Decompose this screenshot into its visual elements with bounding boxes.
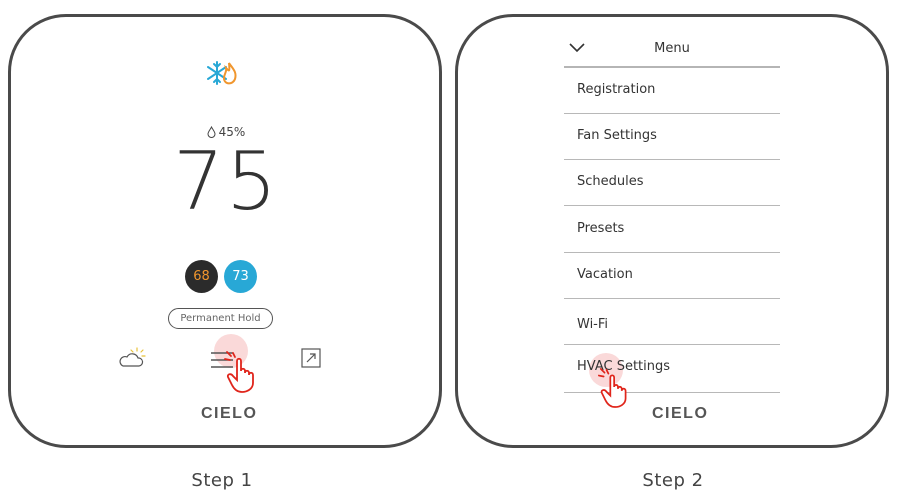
- tap-hand-icon: [224, 351, 254, 393]
- thermostat-home-screen: 45% 75 68 73 Permanent Hold CIELO: [8, 14, 442, 448]
- thermostat-menu-screen: Menu Registration Fan Settings Schedules…: [455, 14, 889, 448]
- menu-item-schedules[interactable]: Schedules: [564, 160, 780, 206]
- tap-hand-icon: [598, 368, 627, 408]
- expand-icon[interactable]: [301, 348, 321, 368]
- heat-setpoint-button[interactable]: 68: [185, 260, 218, 293]
- hold-status-button[interactable]: Permanent Hold: [168, 308, 273, 329]
- heat-cool-mode-icon: [207, 61, 237, 85]
- cielo-logo: CIELO: [652, 405, 709, 422]
- menu-item-wifi[interactable]: Wi-Fi: [564, 299, 780, 345]
- menu-item-registration[interactable]: Registration: [564, 68, 780, 114]
- menu-item-presets[interactable]: Presets: [564, 206, 780, 253]
- current-temperature: 75: [173, 135, 279, 228]
- cielo-logo: CIELO: [201, 405, 258, 422]
- cool-setpoint-button[interactable]: 73: [224, 260, 257, 293]
- menu-item-fan-settings[interactable]: Fan Settings: [564, 114, 780, 160]
- weather-icon[interactable]: [118, 346, 146, 370]
- menu-title: Menu: [654, 41, 690, 56]
- step-1-caption: Step 1: [191, 470, 253, 491]
- step-2-caption: Step 2: [642, 470, 704, 491]
- menu-header: Menu: [564, 37, 780, 68]
- menu-item-vacation[interactable]: Vacation: [564, 253, 780, 299]
